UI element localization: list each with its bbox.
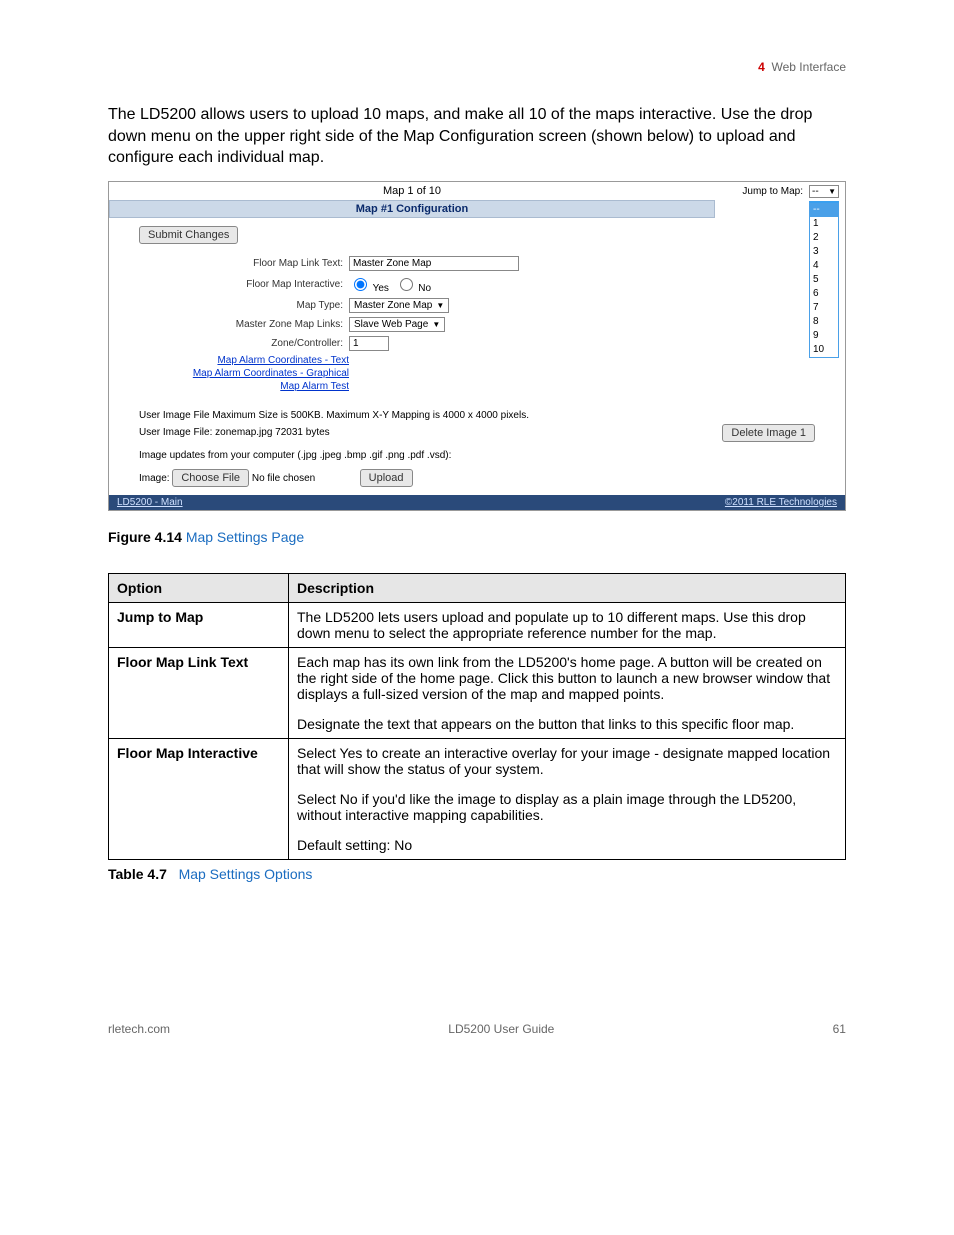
zone-controller-input[interactable] <box>349 336 389 351</box>
jump-to-map-value: -- <box>812 186 819 197</box>
user-image-file-info: User Image File: zonemap.jpg 72031 bytes <box>139 427 330 438</box>
interactive-no-radio[interactable] <box>400 278 413 291</box>
jump-option[interactable]: 9 <box>810 329 838 343</box>
no-file-chosen-text: No file chosen <box>252 473 315 484</box>
master-zone-map-links-select[interactable]: Slave Web Page ▼ <box>349 317 445 332</box>
intro-paragraph: The LD5200 allows users to upload 10 map… <box>108 104 846 169</box>
option-description: The LD5200 lets users upload and populat… <box>289 602 846 647</box>
figure-label: Figure 4.14 <box>108 529 182 545</box>
chevron-down-icon: ▼ <box>432 320 440 329</box>
footer-center: LD5200 User Guide <box>448 1022 554 1036</box>
jump-option[interactable]: 2 <box>810 231 838 245</box>
jump-to-map-dropdown-list: -- 1 2 3 4 5 6 7 8 9 10 <box>809 201 839 358</box>
table-label: Table 4.7 <box>108 866 167 882</box>
table-row: Floor Map Link Text Each map has its own… <box>109 647 846 738</box>
delete-image-button[interactable]: Delete Image 1 <box>722 424 815 442</box>
upload-button[interactable]: Upload <box>360 469 413 487</box>
option-name: Floor Map Interactive <box>109 738 289 859</box>
jump-option[interactable]: 10 <box>810 343 838 357</box>
jump-option[interactable]: 5 <box>810 273 838 287</box>
interactive-no-label: No <box>418 283 431 294</box>
map-settings-options-table: Option Description Jump to Map The LD520… <box>108 573 846 860</box>
jump-option[interactable]: 7 <box>810 301 838 315</box>
submit-changes-button[interactable]: Submit Changes <box>139 226 238 244</box>
map-type-label: Map Type: <box>139 300 349 311</box>
jump-option[interactable]: 6 <box>810 287 838 301</box>
jump-option[interactable]: 8 <box>810 315 838 329</box>
rle-tech-link[interactable]: ©2011 RLE Technologies <box>725 497 837 508</box>
chevron-down-icon: ▼ <box>436 301 444 310</box>
choose-file-button[interactable]: Choose File <box>172 469 249 487</box>
map-config-screenshot: Map 1 of 10 Map #1 Configuration Submit … <box>108 181 846 511</box>
jump-option[interactable]: -- <box>810 203 838 217</box>
figure-caption: Figure 4.14 Map Settings Page <box>108 529 846 545</box>
floor-map-interactive-label: Floor Map Interactive: <box>139 279 349 290</box>
option-name: Floor Map Link Text <box>109 647 289 738</box>
page-header: 4 Web Interface <box>108 60 846 74</box>
ld5200-main-link[interactable]: LD5200 - Main <box>117 497 183 508</box>
jump-to-map-select[interactable]: -- ▼ <box>809 185 839 198</box>
master-zone-map-links-label: Master Zone Map Links: <box>139 319 349 330</box>
jump-option[interactable]: 1 <box>810 217 838 231</box>
table-caption: Table 4.7 Map Settings Options <box>108 866 846 882</box>
jump-option[interactable]: 3 <box>810 245 838 259</box>
image-updates-note: Image updates from your computer (.jpg .… <box>139 450 815 461</box>
options-table-header-description: Description <box>289 573 846 602</box>
option-name: Jump to Map <box>109 602 289 647</box>
map-counter: Map 1 of 10 <box>109 182 715 200</box>
map-alarm-coords-text-link[interactable]: Map Alarm Coordinates - Text <box>139 355 349 366</box>
map-type-value: Master Zone Map <box>354 300 432 311</box>
footer-left: rletech.com <box>108 1022 170 1036</box>
interactive-yes-radio[interactable] <box>354 278 367 291</box>
image-label: Image: <box>139 473 170 484</box>
option-description: Each map has its own link from the LD520… <box>289 647 846 738</box>
jump-to-map-label: Jump to Map: <box>742 186 803 197</box>
map-alarm-test-link[interactable]: Map Alarm Test <box>139 381 349 392</box>
master-zone-map-links-value: Slave Web Page <box>354 319 428 330</box>
map-alarm-coords-graphical-link[interactable]: Map Alarm Coordinates - Graphical <box>139 368 349 379</box>
interactive-yes-label: Yes <box>373 283 389 294</box>
max-size-note: User Image File Maximum Size is 500KB. M… <box>139 410 815 421</box>
chapter-name: Web Interface <box>772 60 846 74</box>
config-title-bar: Map #1 Configuration <box>109 200 715 218</box>
chevron-down-icon: ▼ <box>828 187 836 196</box>
chapter-number: 4 <box>758 60 765 74</box>
map-type-select[interactable]: Master Zone Map ▼ <box>349 298 449 313</box>
floor-map-link-text-input[interactable] <box>349 256 519 271</box>
jump-option[interactable]: 4 <box>810 259 838 273</box>
option-description: Select Yes to create an interactive over… <box>289 738 846 859</box>
footer-right: 61 <box>833 1022 846 1036</box>
table-title: Map Settings Options <box>179 866 313 882</box>
floor-map-link-text-label: Floor Map Link Text: <box>139 258 349 269</box>
table-row: Floor Map Interactive Select Yes to crea… <box>109 738 846 859</box>
zone-controller-label: Zone/Controller: <box>139 338 349 349</box>
table-row: Jump to Map The LD5200 lets users upload… <box>109 602 846 647</box>
screenshot-footer-bar: LD5200 - Main ©2011 RLE Technologies <box>109 495 845 510</box>
page-footer: rletech.com LD5200 User Guide 61 <box>108 1022 846 1036</box>
options-table-header-option: Option <box>109 573 289 602</box>
figure-title: Map Settings Page <box>186 529 304 545</box>
